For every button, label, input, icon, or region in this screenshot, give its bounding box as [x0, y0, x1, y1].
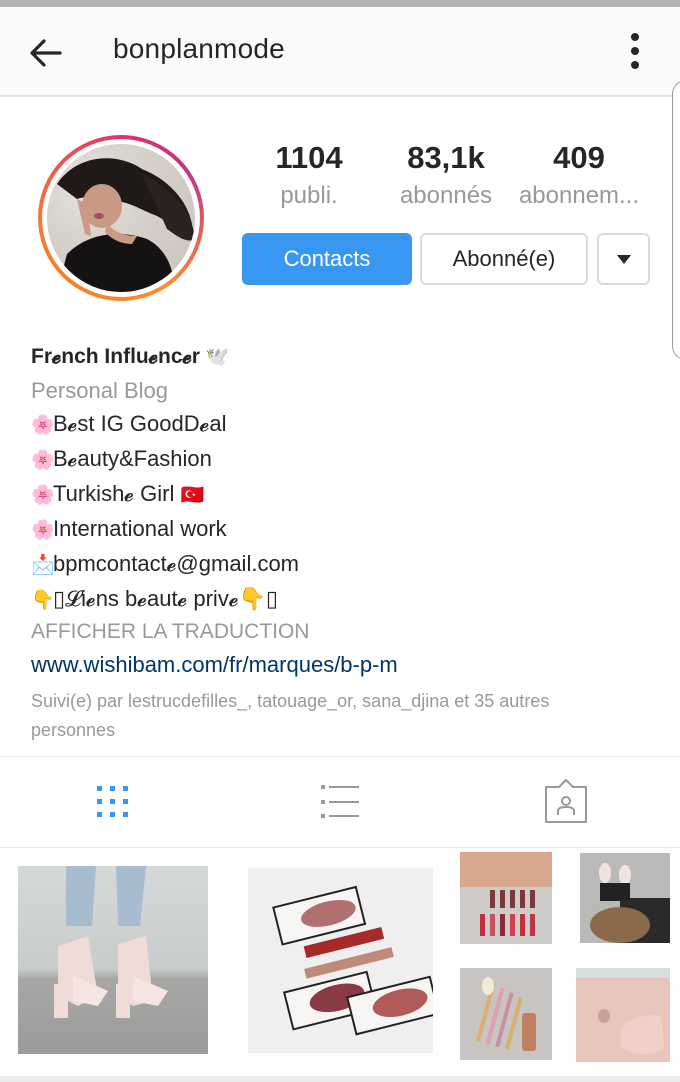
envelope-arrow-emoji-icon: 📩 [31, 555, 55, 576]
posts-label: publi. [280, 182, 338, 209]
bio-line: 📩bpmcontact𝓮@gmail.com [31, 547, 651, 582]
dove-emoji-icon: 🕊️ [205, 347, 230, 368]
bio-line-text: B𝓮st IG GoodD𝓮al [53, 411, 227, 436]
caret-down-icon [616, 254, 631, 264]
post-image [590, 863, 670, 943]
more-vertical-icon [631, 33, 639, 41]
profile-stats: 1104 publi. 83,1k abonnés 409 abonnem... [236, 140, 656, 220]
suggested-dropdown-button[interactable] [597, 233, 650, 285]
more-dot [631, 61, 639, 69]
stat-following[interactable]: 409 abonnem... [514, 140, 644, 210]
back-button[interactable] [26, 33, 66, 73]
cherry-blossom-emoji-icon: 🌸 [31, 485, 55, 506]
bio-line-text: B𝓮auty&Fashion [53, 446, 212, 471]
bio-line-text: International work [53, 516, 227, 541]
followers-count: 83,1k [407, 140, 485, 175]
bio-line: 🌸International work [31, 512, 651, 547]
cherry-blossom-emoji-icon: 🌸 [31, 450, 55, 471]
tagged-photos-icon [545, 779, 587, 823]
profile-username-title: bonplanmode [113, 33, 285, 64]
following-label: abonnem... [518, 182, 640, 209]
contacts-button[interactable]: Contacts [242, 233, 412, 285]
post-image [460, 852, 552, 936]
more-options-button[interactable] [622, 29, 648, 73]
more-dot [631, 47, 639, 55]
avatar-image [57, 158, 195, 292]
cherry-blossom-emoji-icon: 🌸 [31, 415, 55, 436]
bio-line: 👇▯𝓛i𝓮ns b𝓮aut𝓮 priv𝓮👇▯ [31, 582, 651, 617]
post-image [248, 868, 433, 1053]
following-count: 409 [553, 140, 605, 175]
avatar-border [42, 139, 200, 297]
bio-name-line: Fr𝓮nch Influ𝓮nc𝓮r 🕊️ [31, 340, 651, 374]
stat-followers[interactable]: 83,1k abonnés [391, 140, 501, 210]
pointing-down-emoji-icon: 👇▯ [238, 586, 279, 611]
bio-category: Personal Blog [31, 378, 168, 403]
grid-icon [97, 786, 128, 817]
bio-email: bpmcontact𝓮@gmail.com [53, 551, 300, 576]
tab-list[interactable] [315, 777, 365, 827]
status-bar [0, 0, 680, 7]
bio-line-text: ▯𝓛i𝓮ns b𝓮aut𝓮 priv𝓮 [53, 586, 239, 611]
tab-grid[interactable] [88, 777, 138, 827]
top-app-bar: bonplanmode [0, 7, 680, 97]
posts-count: 1104 [275, 140, 343, 175]
following-button[interactable]: Abonné(e) [420, 233, 588, 285]
posts-grid [0, 848, 680, 1078]
cherry-blossom-emoji-icon: 🌸 [31, 520, 55, 541]
bottom-edge [0, 1076, 680, 1082]
pointing-down-emoji-icon: 👇 [31, 590, 55, 611]
bio-line-text: Turkish𝓮 Girl [53, 481, 175, 506]
post-thumbnail[interactable] [248, 868, 433, 1053]
bio-line: 🌸B𝓮auty&Fashion [31, 442, 651, 477]
list-icon [321, 785, 359, 818]
bio-website-link[interactable]: www.wishibam.com/fr/marques/b-p-m [31, 647, 651, 683]
post-image [576, 968, 670, 1062]
post-thumbnail[interactable] [576, 968, 670, 1062]
arrow-left-icon [30, 39, 62, 67]
bio-full-name: Fr𝓮nch Influ𝓮nc𝓮r [31, 345, 200, 368]
followed-by-text[interactable]: Suivi(e) par lestrucdefilles_, tatouage_… [31, 687, 631, 745]
show-translation-link[interactable]: AFFICHER LA TRADUCTION [31, 617, 651, 647]
post-image [475, 977, 536, 1051]
story-ring[interactable] [38, 135, 204, 301]
bio-line: 🌸B𝓮st IG GoodD𝓮al [31, 407, 651, 442]
profile-bio: Fr𝓮nch Influ𝓮nc𝓮r 🕊️ Personal Blog 🌸B𝓮st… [31, 340, 651, 745]
turkey-flag-emoji-icon: 🇹🇷 [180, 485, 205, 506]
profile-view-tabs [0, 757, 680, 847]
edge-panel-handle[interactable] [672, 80, 680, 360]
followers-label: abonnés [399, 182, 493, 209]
post-thumbnail[interactable] [580, 853, 670, 943]
post-thumbnail[interactable] [460, 852, 552, 944]
post-thumbnail[interactable] [460, 968, 552, 1060]
stat-posts[interactable]: 1104 publi. [254, 140, 364, 210]
avatar [47, 144, 195, 292]
bio-line: 🌸Turkish𝓮 Girl 🇹🇷 [31, 477, 651, 512]
post-image [54, 866, 168, 1018]
tab-tagged[interactable] [541, 777, 591, 827]
post-thumbnail[interactable] [18, 866, 208, 1054]
